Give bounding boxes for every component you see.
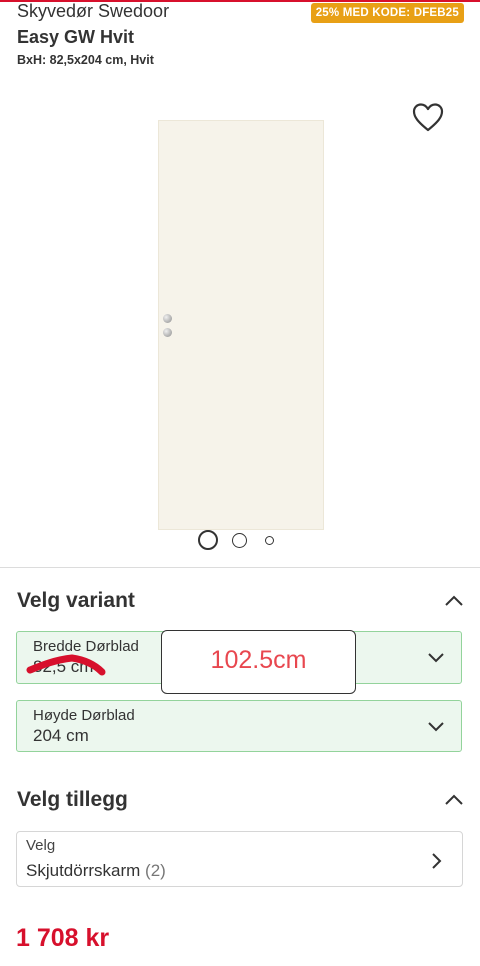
addon-option-name: Skjutdörrskarm	[26, 861, 141, 880]
annotation-scribble	[26, 654, 106, 676]
addon-select-value: Skjutdörrskarm (2)	[26, 861, 166, 881]
height-select[interactable]: Høyde Dørblad 204 cm	[16, 700, 462, 752]
addon-section-title: Velg tillegg	[17, 788, 128, 811]
height-select-label: Høyde Dørblad	[33, 707, 135, 724]
section-divider	[0, 567, 480, 568]
gallery-dot-3[interactable]	[265, 536, 274, 545]
product-image[interactable]	[158, 120, 324, 532]
gallery-pagination	[198, 530, 288, 550]
door-handle-top	[163, 314, 172, 323]
product-price: 1 708 kr	[16, 924, 110, 952]
door-panel	[158, 120, 324, 530]
addon-select[interactable]: Velg Skjutdörrskarm (2)	[16, 831, 463, 887]
favorite-heart-icon[interactable]	[410, 100, 446, 134]
annotation-text: 102.5cm	[210, 646, 307, 674]
chevron-down-icon	[427, 719, 445, 732]
collapse-variant-chevron-icon[interactable]	[443, 594, 465, 608]
door-handle-bottom	[163, 328, 172, 337]
collapse-addon-chevron-icon[interactable]	[443, 793, 465, 807]
product-title: Easy GW Hvit	[17, 27, 135, 47]
promo-badge: 25% MED KODE: DFEB25	[310, 3, 464, 23]
gallery-dot-1[interactable]	[198, 530, 218, 550]
chevron-down-icon	[427, 650, 445, 663]
gallery-dot-2[interactable]	[232, 533, 247, 548]
product-dimensions: BxH: 82,5x204 cm, Hvit	[17, 53, 154, 67]
annotation-callout: 102.5cm	[161, 630, 356, 694]
brand-name: Skyvedør Swedoor	[17, 1, 170, 21]
height-select-value: 204 cm	[33, 726, 89, 745]
chevron-right-icon	[430, 852, 442, 870]
variant-section-title: Velg variant	[17, 589, 135, 612]
addon-option-count: (2)	[145, 861, 166, 880]
addon-select-label: Velg	[26, 837, 56, 854]
